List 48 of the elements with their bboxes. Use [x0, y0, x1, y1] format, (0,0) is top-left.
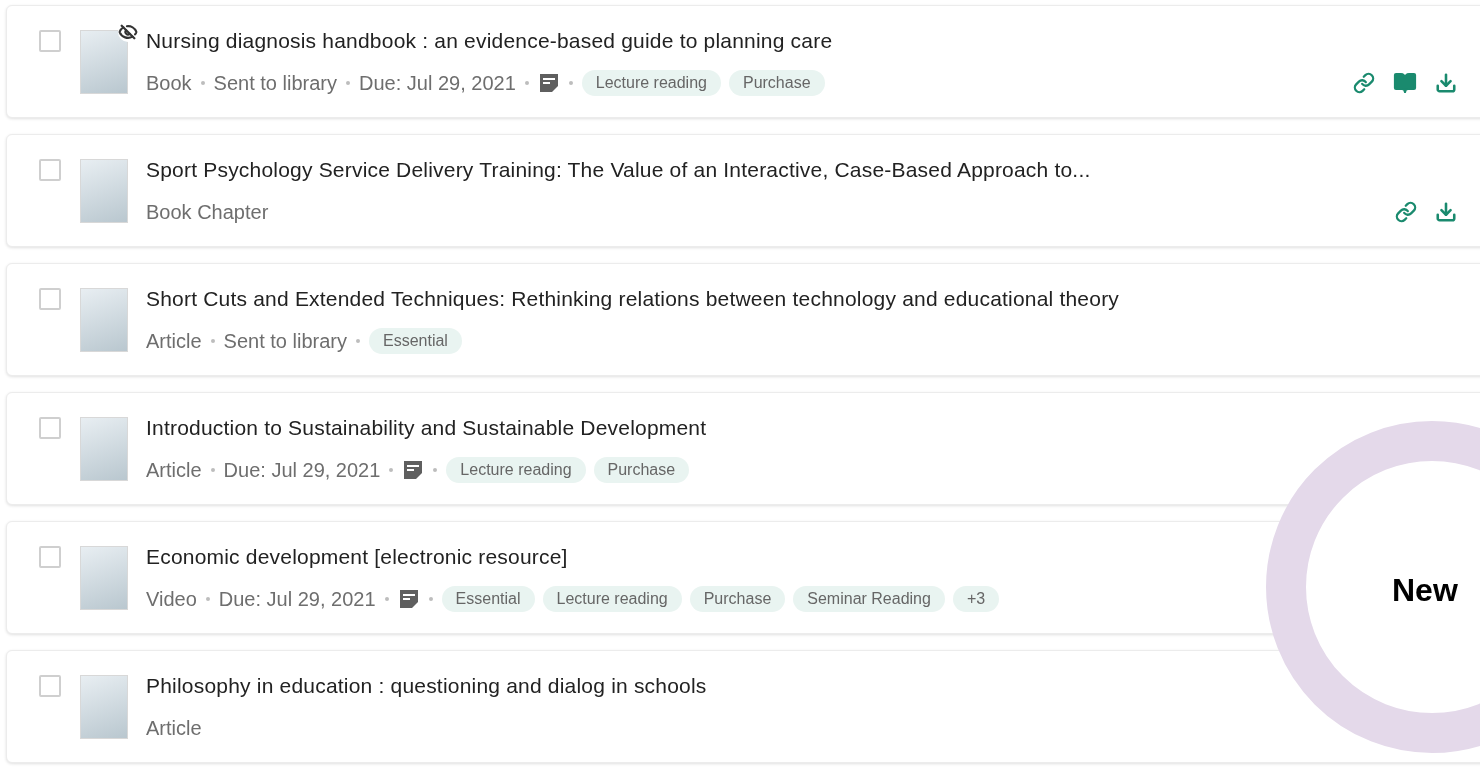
new-label: New: [1392, 571, 1458, 610]
book-cover: [80, 159, 128, 223]
meta-text: Video: [146, 587, 197, 612]
meta-text: Due: Jul 29, 2021: [218, 587, 376, 612]
meta-text: Book: [146, 71, 192, 96]
meta-text: Due: Jul 29, 2021: [359, 71, 516, 96]
checkbox[interactable]: [39, 159, 61, 181]
tag-chip: Purchase: [689, 586, 786, 612]
note-icon: [397, 588, 420, 610]
book-cover: [80, 675, 128, 739]
checkbox[interactable]: [39, 675, 61, 697]
meta-text: Article: [146, 716, 202, 741]
tag-chip: Lecture reading: [446, 457, 586, 483]
tag-chip: Purchase: [728, 70, 825, 96]
item-title[interactable]: Introduction to Sustainability and Sustainable Development: [146, 416, 707, 440]
download-button[interactable]: [1435, 201, 1457, 223]
tag-chip: Purchase: [593, 457, 690, 483]
tag-chip: Lecture reading: [542, 586, 682, 612]
checkbox[interactable]: [39, 417, 61, 439]
book-cover: [80, 417, 128, 481]
note-icon: [537, 72, 560, 94]
item-title[interactable]: Short Cuts and Extended Techniques: Rethinking relations between technology and educational theory: [146, 287, 1120, 311]
checkbox[interactable]: [39, 546, 61, 568]
meta-text: Sent to library: [223, 329, 347, 354]
tag-chip: Essential: [441, 586, 535, 612]
book-button[interactable]: [1393, 71, 1417, 95]
book-cover: [80, 546, 128, 610]
tag-chip: Lecture reading: [581, 70, 721, 96]
link-button[interactable]: [1395, 201, 1417, 223]
tag-chip: Seminar Reading: [793, 586, 945, 612]
meta-text: Due: Jul 29, 2021: [223, 458, 381, 483]
item-title[interactable]: Sport Psychology Service Delivery Training: The Value of an Interactive, Case-Based Approach to...: [146, 158, 1091, 182]
meta-text: Book Chapter: [146, 200, 269, 225]
checkbox[interactable]: [39, 288, 61, 310]
tag-chip: +3: [952, 586, 1000, 612]
item-title[interactable]: Philosophy in education : questioning and dialog in schools: [146, 674, 707, 698]
link-button[interactable]: [1353, 72, 1375, 94]
meta-text: Article: [146, 458, 202, 483]
book-cover: [80, 30, 128, 94]
checkbox[interactable]: [39, 30, 61, 52]
download-button[interactable]: [1435, 72, 1457, 94]
tag-chip: Essential: [368, 328, 462, 354]
meta-text: Sent to library: [213, 71, 337, 96]
item-title[interactable]: Nursing diagnosis handbook : an evidence-based guide to planning care: [146, 29, 833, 53]
item-title[interactable]: Economic development [electronic resource]: [146, 545, 568, 569]
meta-text: Article: [146, 329, 202, 354]
note-icon: [402, 459, 425, 481]
book-cover: [80, 288, 128, 352]
